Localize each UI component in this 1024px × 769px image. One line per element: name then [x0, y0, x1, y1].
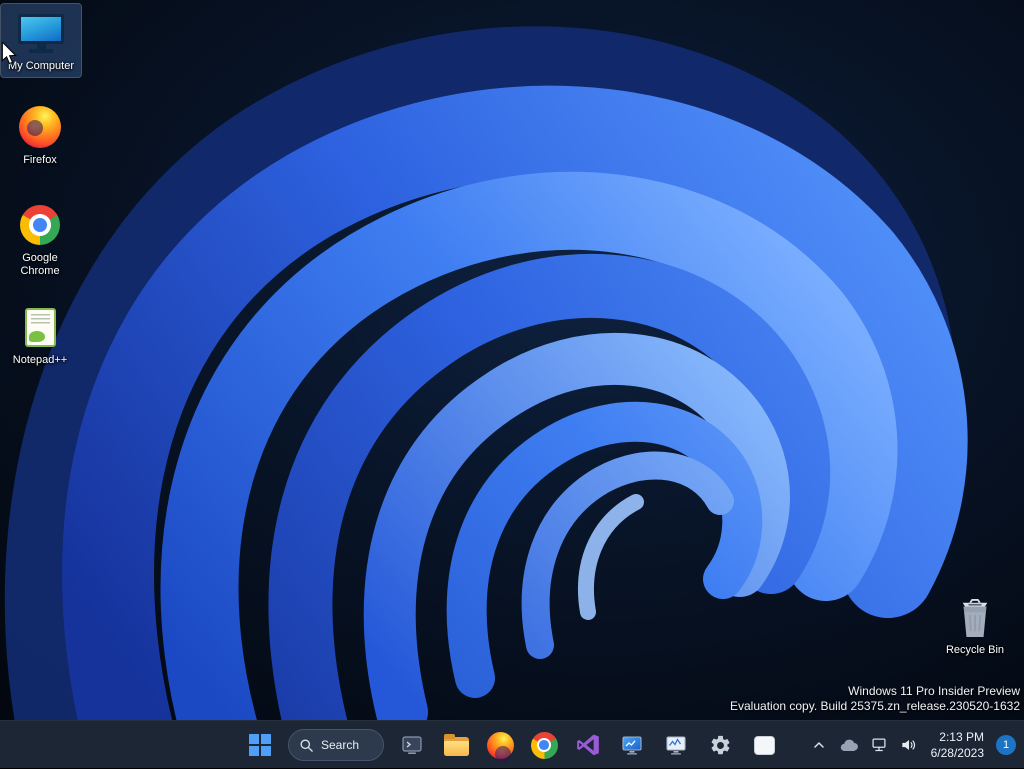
mouse-cursor: [0, 42, 18, 66]
firefox-label: Firefox: [23, 154, 57, 167]
search-label: Search: [321, 738, 359, 752]
terminal-icon: [400, 733, 424, 757]
windows-logo-icon: [249, 734, 271, 756]
my-computer-icon: [18, 9, 64, 57]
start-button[interactable]: [240, 725, 280, 765]
clock-date: 6/28/2023: [931, 746, 984, 760]
recycle-bin-label: Recycle Bin: [946, 644, 1004, 657]
tray-show-hidden-icons[interactable]: [805, 727, 833, 763]
watermark-line2: Evaluation copy. Build 25375.zn_release.…: [730, 699, 1020, 714]
notepadpp-label: Notepad++: [13, 354, 67, 367]
system-monitor-icon: [620, 733, 644, 757]
taskbar-center-group: Search: [240, 721, 784, 769]
taskbar-app-whiteboard[interactable]: [744, 725, 784, 765]
notification-badge[interactable]: 1: [996, 735, 1016, 755]
clock-time: 2:13 PM: [939, 730, 984, 744]
wallpaper-bloom: [0, 0, 1024, 720]
tray-clock[interactable]: 2:13 PM 6/28/2023: [925, 727, 990, 763]
taskbar-search[interactable]: Search: [288, 729, 384, 761]
white-window-icon: [754, 736, 775, 755]
tray-onedrive[interactable]: [835, 727, 863, 763]
desktop-icon-firefox[interactable]: Firefox: [0, 98, 80, 171]
firefox-icon: [487, 732, 514, 759]
evaluation-watermark: Windows 11 Pro Insider Preview Evaluatio…: [730, 684, 1020, 714]
taskbar-app-settings[interactable]: [700, 725, 740, 765]
network-ethernet-icon: [869, 735, 889, 755]
tray-volume[interactable]: [895, 727, 923, 763]
desktop-icon-recycle-bin[interactable]: Recycle Bin: [935, 588, 1015, 661]
chrome-icon: [20, 201, 60, 249]
performance-monitor-icon: [664, 733, 688, 757]
taskbar-app-terminal[interactable]: [392, 725, 432, 765]
cloud-icon: [839, 737, 859, 753]
desktop-icon-my-computer[interactable]: My Computer: [1, 4, 81, 77]
desktop-surface[interactable]: My Computer Firefox Google Chrome Notepa…: [0, 0, 1024, 720]
visual-studio-icon: [575, 732, 601, 758]
taskbar-app-file-explorer[interactable]: [436, 725, 476, 765]
taskbar-app-firefox[interactable]: [480, 725, 520, 765]
system-tray: 2:13 PM 6/28/2023 1: [805, 721, 1024, 769]
taskbar: Search: [0, 720, 1024, 768]
recycle-bin-icon: [956, 593, 994, 641]
watermark-line1: Windows 11 Pro Insider Preview: [730, 684, 1020, 699]
taskbar-app-performance-monitor[interactable]: [656, 725, 696, 765]
notification-count: 1: [1003, 739, 1009, 751]
chrome-icon: [531, 732, 558, 759]
tray-network[interactable]: [865, 727, 893, 763]
file-explorer-icon: [444, 737, 469, 756]
taskbar-app-system-monitor[interactable]: [612, 725, 652, 765]
taskbar-app-chrome[interactable]: [524, 725, 564, 765]
firefox-icon: [19, 103, 61, 151]
notepadpp-icon: [25, 303, 56, 351]
search-icon: [299, 738, 314, 753]
chrome-label: Google Chrome: [3, 252, 77, 278]
desktop-icon-notepadpp[interactable]: Notepad++: [0, 298, 80, 371]
desktop-icon-google-chrome[interactable]: Google Chrome: [0, 196, 80, 282]
taskbar-app-visual-studio[interactable]: [568, 725, 608, 765]
speaker-icon: [899, 735, 919, 755]
chevron-up-icon: [812, 738, 826, 752]
gear-icon: [709, 734, 732, 757]
